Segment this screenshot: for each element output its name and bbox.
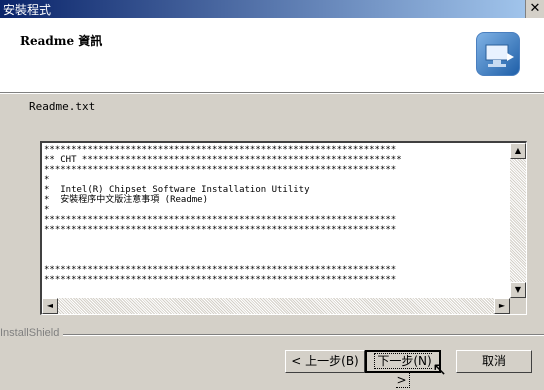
readme-content: ****************************************… [44, 145, 402, 285]
header-panel: Readme 資訊 [0, 18, 544, 92]
file-label: Readme.txt [29, 100, 96, 113]
scroll-up-icon[interactable]: ▲ [510, 143, 526, 159]
next-button[interactable]: 下一步(N) > [365, 350, 441, 388]
header-divider-highlight [0, 93, 544, 94]
cancel-button[interactable]: 取消 [456, 350, 532, 373]
back-button[interactable]: < 上一步(B) [285, 350, 365, 373]
window-title: 安裝程式 [3, 3, 52, 17]
title-bar: 安裝程式 ✕ [0, 0, 544, 18]
computer-icon [476, 32, 520, 76]
scroll-left-icon[interactable]: ◄ [42, 298, 58, 314]
brand-divider [0, 334, 544, 336]
mouse-cursor-icon: ↖ [432, 359, 448, 380]
next-button-label: 下一步(N) > [374, 353, 432, 388]
readme-textbox[interactable]: ****************************************… [40, 141, 527, 315]
brand-label: InstallShield [0, 327, 64, 339]
scroll-right-icon[interactable]: ► [494, 298, 510, 314]
close-icon[interactable]: ✕ [525, 0, 544, 18]
horizontal-scrollbar[interactable]: ◄ ► [42, 298, 510, 314]
scrollbar-corner [510, 298, 526, 314]
vertical-scrollbar[interactable]: ▲ ▼ [510, 143, 526, 298]
scroll-down-icon[interactable]: ▼ [510, 282, 526, 298]
page-title: Readme 資訊 [20, 34, 103, 48]
